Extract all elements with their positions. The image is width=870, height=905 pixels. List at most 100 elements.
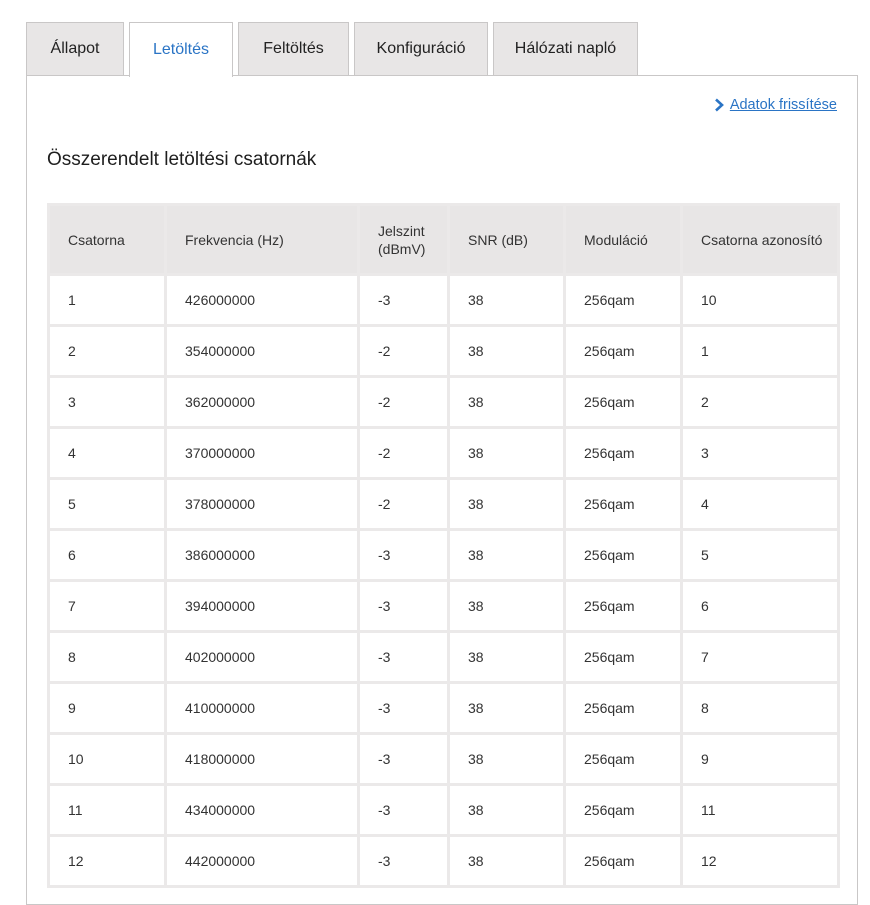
cell-azonosito: 9 (680, 732, 840, 786)
cell-jelszint: -2 (357, 477, 450, 531)
cell-snr: 38 (447, 681, 566, 735)
cell-snr: 38 (447, 528, 566, 582)
table-row: 3 362000000 -2 38 256qam 2 (47, 375, 840, 429)
cell-modulacio: 256qam (563, 681, 683, 735)
cell-snr: 38 (447, 426, 566, 480)
table-row: 12 442000000 -3 38 256qam 12 (47, 834, 840, 888)
cell-azonosito: 11 (680, 783, 840, 837)
cell-jelszint: -2 (357, 375, 450, 429)
cell-azonosito: 12 (680, 834, 840, 888)
cell-frekvencia: 410000000 (164, 681, 360, 735)
cell-jelszint: -3 (357, 273, 450, 327)
table-row: 11 434000000 -3 38 256qam 11 (47, 783, 840, 837)
header-csatorna: Csatorna (47, 203, 167, 276)
cell-snr: 38 (447, 477, 566, 531)
tab-feltoltes[interactable]: Feltöltés (238, 22, 349, 75)
cell-azonosito: 3 (680, 426, 840, 480)
cell-modulacio: 256qam (563, 324, 683, 378)
cell-azonosito: 5 (680, 528, 840, 582)
cell-snr: 38 (447, 783, 566, 837)
cell-snr: 38 (447, 375, 566, 429)
cell-csatorna: 5 (47, 477, 167, 531)
tab-konfiguracio[interactable]: Konfiguráció (354, 22, 488, 75)
cell-jelszint: -3 (357, 681, 450, 735)
table-row: 5 378000000 -2 38 256qam 4 (47, 477, 840, 531)
cell-csatorna: 7 (47, 579, 167, 633)
cell-modulacio: 256qam (563, 783, 683, 837)
cell-azonosito: 7 (680, 630, 840, 684)
cell-modulacio: 256qam (563, 477, 683, 531)
table-row: 8 402000000 -3 38 256qam 7 (47, 630, 840, 684)
section-title: Összerendelt letöltési csatornák (47, 149, 317, 170)
cell-csatorna: 8 (47, 630, 167, 684)
table-header-row: Csatorna Frekvencia (Hz) Jelszint (dBmV)… (47, 203, 840, 276)
cell-azonosito: 2 (680, 375, 840, 429)
header-csatorna-azonosito: Csatorna azonosító (680, 203, 840, 276)
cell-snr: 38 (447, 732, 566, 786)
cell-modulacio: 256qam (563, 579, 683, 633)
cell-csatorna: 3 (47, 375, 167, 429)
refresh-link[interactable]: Adatok frissítése (713, 97, 837, 113)
table-row: 1 426000000 -3 38 256qam 10 (47, 273, 840, 327)
tab-bar: Állapot Letöltés Feltöltés Konfiguráció … (26, 22, 643, 77)
cell-csatorna: 12 (47, 834, 167, 888)
channel-table: Csatorna Frekvencia (Hz) Jelszint (dBmV)… (47, 203, 840, 888)
cell-modulacio: 256qam (563, 375, 683, 429)
cell-csatorna: 2 (47, 324, 167, 378)
cell-jelszint: -3 (357, 834, 450, 888)
cell-azonosito: 8 (680, 681, 840, 735)
cell-csatorna: 4 (47, 426, 167, 480)
cell-azonosito: 10 (680, 273, 840, 327)
header-snr: SNR (dB) (447, 203, 566, 276)
cell-frekvencia: 426000000 (164, 273, 360, 327)
header-frekvencia: Frekvencia (Hz) (164, 203, 360, 276)
cell-modulacio: 256qam (563, 834, 683, 888)
cell-azonosito: 1 (680, 324, 840, 378)
tab-allapot[interactable]: Állapot (26, 22, 124, 75)
cell-frekvencia: 378000000 (164, 477, 360, 531)
cell-snr: 38 (447, 273, 566, 327)
cell-frekvencia: 434000000 (164, 783, 360, 837)
cell-jelszint: -2 (357, 324, 450, 378)
cell-snr: 38 (447, 324, 566, 378)
cell-csatorna: 1 (47, 273, 167, 327)
cell-snr: 38 (447, 579, 566, 633)
chevron-right-icon (713, 98, 725, 112)
cell-frekvencia: 370000000 (164, 426, 360, 480)
table-row: 10 418000000 -3 38 256qam 9 (47, 732, 840, 786)
table-row: 2 354000000 -2 38 256qam 1 (47, 324, 840, 378)
cell-frekvencia: 354000000 (164, 324, 360, 378)
cell-modulacio: 256qam (563, 528, 683, 582)
cell-snr: 38 (447, 834, 566, 888)
cell-csatorna: 10 (47, 732, 167, 786)
table-row: 4 370000000 -2 38 256qam 3 (47, 426, 840, 480)
cell-jelszint: -2 (357, 426, 450, 480)
cell-frekvencia: 442000000 (164, 834, 360, 888)
cell-frekvencia: 386000000 (164, 528, 360, 582)
cell-frekvencia: 418000000 (164, 732, 360, 786)
header-modulacio: Moduláció (563, 203, 683, 276)
cell-azonosito: 4 (680, 477, 840, 531)
cell-jelszint: -3 (357, 630, 450, 684)
cell-modulacio: 256qam (563, 273, 683, 327)
table-row: 7 394000000 -3 38 256qam 6 (47, 579, 840, 633)
refresh-label: Adatok frissítése (729, 97, 837, 113)
cell-jelszint: -3 (357, 579, 450, 633)
cell-frekvencia: 394000000 (164, 579, 360, 633)
cell-jelszint: -3 (357, 783, 450, 837)
tab-letoltes[interactable]: Letöltés (129, 22, 233, 77)
cell-jelszint: -3 (357, 528, 450, 582)
cell-modulacio: 256qam (563, 630, 683, 684)
download-panel: Adatok frissítése Összerendelt letöltési… (26, 75, 858, 905)
cell-frekvencia: 362000000 (164, 375, 360, 429)
cell-frekvencia: 402000000 (164, 630, 360, 684)
tab-halozati-naplo[interactable]: Hálózati napló (493, 22, 638, 75)
cell-jelszint: -3 (357, 732, 450, 786)
table-row: 9 410000000 -3 38 256qam 8 (47, 681, 840, 735)
cell-modulacio: 256qam (563, 426, 683, 480)
cell-modulacio: 256qam (563, 732, 683, 786)
cell-azonosito: 6 (680, 579, 840, 633)
table-row: 6 386000000 -3 38 256qam 5 (47, 528, 840, 582)
cell-csatorna: 9 (47, 681, 167, 735)
header-jelszint: Jelszint (dBmV) (357, 203, 450, 276)
